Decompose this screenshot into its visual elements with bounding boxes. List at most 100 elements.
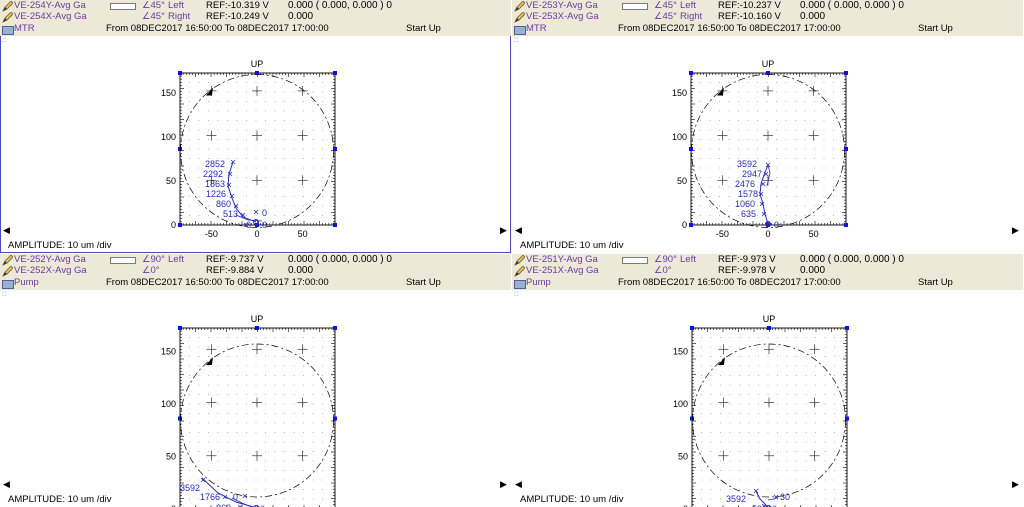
source-icon bbox=[2, 280, 14, 289]
x-angle: ∠0° bbox=[654, 265, 672, 276]
y-tick-label: 50 bbox=[166, 176, 176, 186]
source-label: MTR bbox=[526, 23, 547, 34]
x-channel-label[interactable]: VE-254X-Avg Ga bbox=[14, 11, 87, 23]
orbit-panel-p4[interactable]: VE-251Y-Avg Ga VE-251X-Avg Ga ∠90° ∠0° Left R… bbox=[512, 254, 1023, 507]
scroll-right-icon[interactable]: ▶ bbox=[1012, 479, 1019, 490]
orbit-panel-p3[interactable]: VE-252Y-Avg Ga VE-252X-Avg Ga ∠90° ∠0° Left R… bbox=[0, 254, 511, 507]
resize-handle bbox=[333, 326, 337, 330]
pen-icon bbox=[514, 12, 525, 23]
x-channel-label[interactable]: VE-251X-Avg Ga bbox=[526, 265, 599, 277]
x-channel-label[interactable]: VE-253X-Avg Ga bbox=[526, 11, 599, 23]
rpm-label: 1578 bbox=[738, 189, 758, 199]
time-range: From 08DEC2017 16:50:00 To 08DEC2017 17:… bbox=[618, 277, 841, 288]
resize-handle bbox=[333, 223, 337, 227]
clearance-circle bbox=[180, 343, 334, 498]
x-tick-label: 0 bbox=[254, 229, 259, 239]
orbit-plot[interactable]: UP 150 100 50 0 -50 0 50 2852229218631226860513 0… bbox=[0, 36, 511, 253]
orbit-plot[interactable]: UP150100500-500503592176608600 bbox=[0, 290, 511, 507]
orbit-panel-p1[interactable]: VE-254Y-Avg Ga VE-254X-Avg Ga ∠45° ∠45° Left… bbox=[0, 0, 511, 253]
rpm-label: 3592 bbox=[180, 483, 200, 493]
grid-dots bbox=[690, 72, 844, 226]
channel-slider[interactable] bbox=[622, 3, 648, 10]
scroll-left-icon[interactable]: ◀ bbox=[515, 479, 522, 490]
rpm-mark bbox=[753, 488, 759, 494]
pen-icon bbox=[514, 266, 525, 277]
rpm-label: 860 bbox=[216, 503, 231, 507]
y-tick-label: 100 bbox=[161, 399, 176, 409]
rpm-label: 2947 bbox=[742, 169, 762, 179]
amplitude-label: AMPLITUDE: 10 um /div bbox=[8, 494, 112, 505]
source-icon bbox=[514, 280, 526, 289]
clearance-circle bbox=[692, 343, 846, 498]
scroll-left-icon[interactable]: ◀ bbox=[3, 479, 10, 490]
x-channel-label[interactable]: VE-252X-Avg Ga bbox=[14, 265, 87, 277]
plot-frame bbox=[179, 72, 336, 226]
orbit-panel-p2[interactable]: VE-253Y-Avg Ga VE-253X-Avg Ga ∠45° ∠45° Left… bbox=[512, 0, 1023, 253]
x-angle: ∠45° bbox=[654, 11, 677, 22]
up-label: UP bbox=[762, 59, 775, 69]
y-tick-label: 0 bbox=[171, 220, 176, 230]
rpm-label: 1226 bbox=[206, 189, 226, 199]
resize-handle bbox=[178, 147, 182, 151]
rpm-label: 1863 bbox=[205, 179, 225, 189]
orbit-plot[interactable]: UP150100500-50050359230590 bbox=[512, 290, 1023, 507]
y-side: Left bbox=[680, 254, 696, 265]
rpm-label: 30 bbox=[780, 492, 790, 502]
y-tick-label: 50 bbox=[166, 452, 176, 462]
scroll-right-icon[interactable]: ▶ bbox=[1012, 225, 1019, 236]
source-icon bbox=[514, 26, 526, 35]
pen-icon bbox=[2, 266, 13, 277]
resize-handle bbox=[844, 223, 848, 227]
amplitude-label: AMPLITUDE: 10 um /div bbox=[520, 494, 624, 505]
amplitude-label: AMPLITUDE: 10 um /div bbox=[520, 240, 624, 251]
channel-slider[interactable] bbox=[110, 257, 136, 264]
pen-icon bbox=[514, 1, 525, 12]
rpm-label: 0 bbox=[262, 220, 267, 230]
y-tick-label: 150 bbox=[672, 88, 687, 98]
source-icon bbox=[2, 26, 14, 35]
pen-icon bbox=[2, 1, 13, 12]
resize-handle bbox=[255, 326, 259, 330]
x-ref-voltage: REF:-10.160 V bbox=[718, 11, 781, 22]
x-tick-label: 50 bbox=[298, 229, 308, 239]
mode-label: Start Up bbox=[406, 277, 441, 288]
rpm-mark bbox=[760, 181, 766, 187]
resize-handle bbox=[690, 326, 694, 330]
rotation-arrow-icon bbox=[205, 356, 213, 365]
rpm-label: 3592 bbox=[737, 159, 757, 169]
resize-handle bbox=[333, 71, 337, 75]
panel-header: VE-254Y-Avg Ga VE-254X-Avg Ga ∠45° ∠45° Left… bbox=[0, 0, 511, 36]
x-value: 0.000 bbox=[800, 265, 826, 276]
channel-slider[interactable] bbox=[622, 257, 648, 264]
grid-dots bbox=[179, 72, 333, 226]
orbit-plot[interactable]: UP 150 100 50 0 -50 0 50 35922947247615781060635… bbox=[512, 36, 1023, 253]
resize-handle bbox=[178, 416, 182, 421]
rpm-label: 0 bbox=[233, 492, 238, 502]
source-label: Pump bbox=[14, 277, 39, 288]
rpm-label: 2476 bbox=[735, 179, 755, 189]
channel-slider[interactable] bbox=[110, 3, 136, 10]
scroll-left-icon[interactable]: ◀ bbox=[515, 225, 522, 236]
x-angle: ∠0° bbox=[142, 265, 160, 276]
panel-header: VE-251Y-Avg Ga VE-251X-Avg Ga ∠90° ∠0° Left R… bbox=[512, 254, 1023, 290]
pen-icon bbox=[2, 255, 13, 266]
rotation-arrow-icon bbox=[205, 87, 213, 96]
scroll-right-icon[interactable]: ▶ bbox=[500, 479, 507, 490]
resize-handle bbox=[767, 326, 771, 330]
rpm-label: 2292 bbox=[203, 169, 223, 179]
y-tick-label: 0 bbox=[682, 220, 687, 230]
clearance-circle bbox=[180, 74, 334, 228]
scroll-left-icon[interactable]: ◀ bbox=[3, 225, 10, 236]
clearance-circle bbox=[691, 74, 845, 228]
rpm-label: 860 bbox=[216, 199, 231, 209]
time-range: From 08DEC2017 16:50:00 To 08DEC2017 17:… bbox=[618, 23, 841, 34]
rpm-label: 0 bbox=[246, 220, 251, 230]
up-label: UP bbox=[763, 314, 776, 324]
x-tick-label: -50 bbox=[205, 229, 218, 239]
pen-icon bbox=[514, 255, 525, 266]
scroll-right-icon[interactable]: ▶ bbox=[500, 225, 507, 236]
rotation-arrow-icon bbox=[716, 87, 724, 96]
y-tick-label: 150 bbox=[161, 347, 176, 357]
y-tick-label: 50 bbox=[677, 176, 687, 186]
resize-handle bbox=[178, 71, 182, 75]
